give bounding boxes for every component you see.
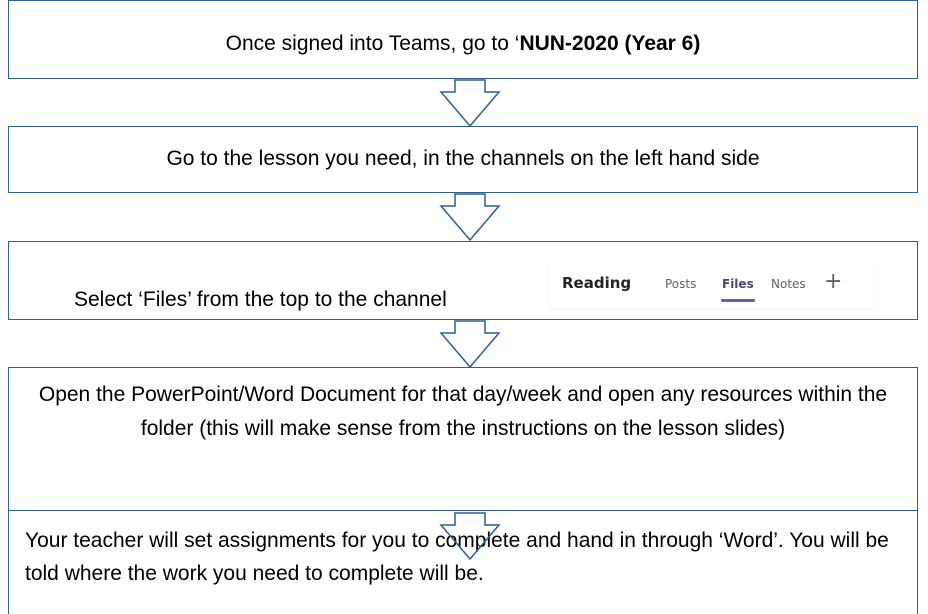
tab-posts: Posts <box>665 277 697 291</box>
plus-icon: + <box>824 269 843 294</box>
down-arrow-2-icon <box>439 193 501 242</box>
step-3-text: Select ‘Files’ from the top to the chann… <box>74 288 447 311</box>
step-4-text: Open the PowerPoint/Word Document for th… <box>38 383 888 440</box>
channel-name: Reading <box>562 274 632 292</box>
down-arrow-4-icon <box>439 512 501 561</box>
down-arrow-3-icon <box>439 320 501 369</box>
teams-channel-tab-strip: Reading Posts Files Notes + <box>549 264 877 308</box>
tab-notes: Notes <box>771 277 806 291</box>
tab-files: Files <box>722 277 754 291</box>
down-arrow-1-icon <box>439 79 501 128</box>
step-1-text: Once signed into Teams, go to ‘NUN-2020 … <box>9 28 917 60</box>
step-1-class-name: NUN-2020 (Year 6) <box>519 32 701 55</box>
step-1-box: Once signed into Teams, go to ‘NUN-2020 … <box>8 0 918 79</box>
step-2-text: Go to the lesson you need, in the channe… <box>166 147 760 170</box>
step-1-prefix: Once signed into Teams, go to ‘ <box>225 32 520 55</box>
step-4-box: Open the PowerPoint/Word Document for th… <box>8 367 918 512</box>
step-2-box: Go to the lesson you need, in the channe… <box>8 126 918 193</box>
active-tab-underline <box>721 299 755 302</box>
